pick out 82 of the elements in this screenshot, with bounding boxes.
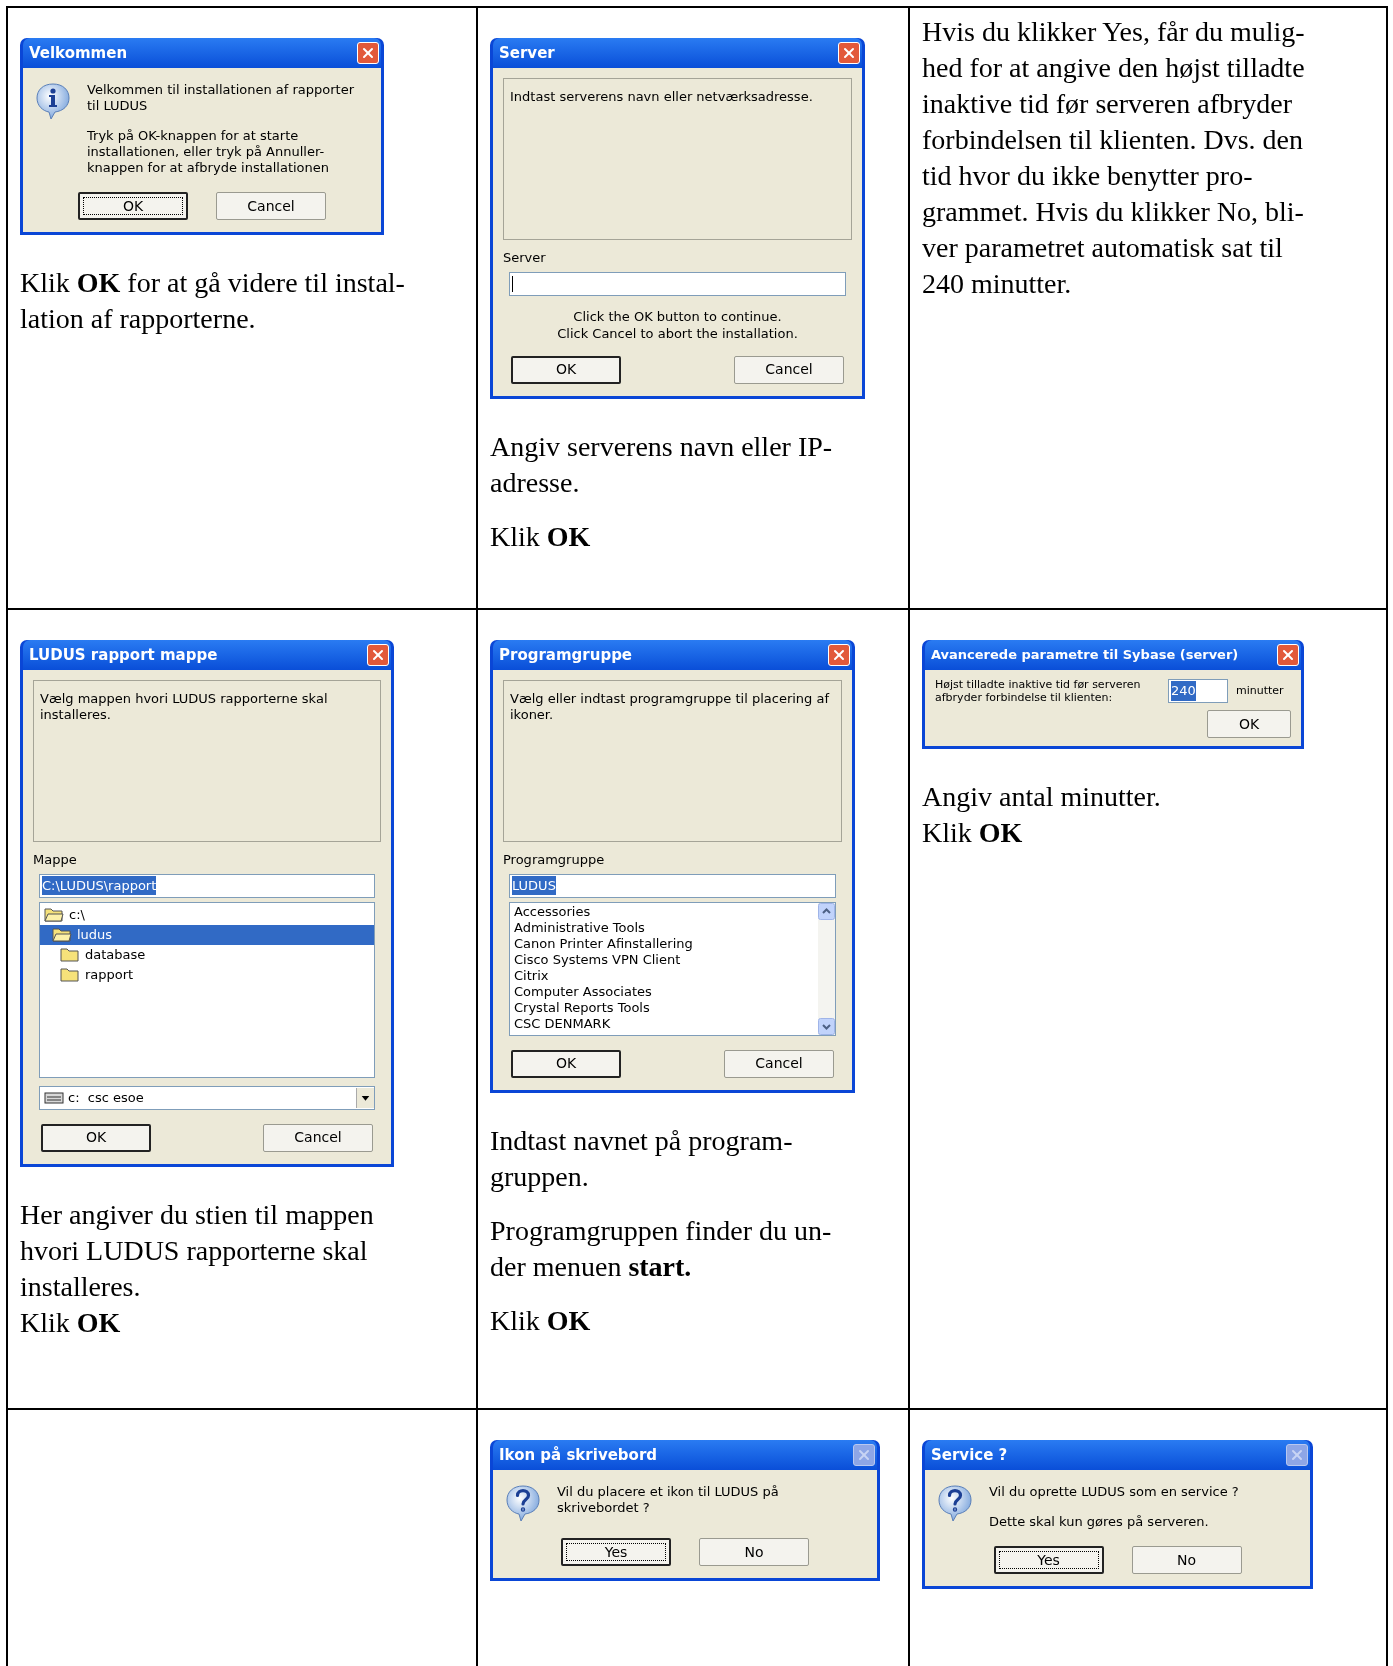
dialog-message: Tryk på OK-knappen for at starte installationen, eller tryk på Annuller-knappen for at afbryde installationen (87, 128, 331, 176)
help-icon (505, 1484, 541, 1522)
list-item[interactable]: Canon Printer Afinstallering (514, 935, 814, 952)
scroll-down-icon (818, 1017, 835, 1035)
field-label: Mappe (33, 851, 78, 869)
scroll-up-icon (818, 902, 835, 920)
body-paragraph: Programgruppen finder du un- der menuen start. (490, 1213, 833, 1284)
window-title: LUDUS rapport mappe (29, 644, 218, 666)
folder-item[interactable]: database (40, 944, 374, 965)
folder-item[interactable]: ludus (40, 924, 374, 945)
close-icon (1280, 647, 1296, 663)
list-item[interactable]: Computer Associates (514, 983, 814, 1000)
text-input[interactable]: LUDUS (509, 873, 836, 898)
folder-icon (52, 927, 72, 942)
window-title: Avancerede parametre til Sybase (server) (931, 646, 1239, 665)
prompt-text: Højst tilladte inaktive tid før serveren afbryder forbindelse til klienten: (935, 678, 1142, 704)
program-group-list[interactable]: Accessories Administrative Tools Canon Printer Afinstallering Cisco Systems VPN Client Citrix Computer Associates Crystal Reports Tools CSC DENMARK (509, 901, 836, 1036)
folder-item[interactable]: rapport (40, 964, 374, 985)
list-item[interactable]: Citrix (514, 967, 814, 984)
window-title: Programgruppe (499, 644, 633, 666)
dialog-button[interactable]: OK (41, 1123, 151, 1152)
help-icon (937, 1484, 973, 1522)
dialog-button[interactable]: Yes (993, 1546, 1104, 1574)
window-title: Velkommen (29, 42, 128, 64)
dialog-button[interactable]: OK (78, 192, 188, 220)
body-paragraph: Klik OK (490, 1303, 592, 1338)
close-icon (360, 45, 376, 61)
folder-item[interactable]: c:\ (40, 904, 374, 925)
field-label: Server (503, 249, 547, 267)
folder-icon (60, 967, 80, 982)
description-text: Vælg mappen hvori LUDUS rapporterne skal installeres. (40, 691, 329, 723)
instruction-text: Click Cancel to abort the installation. (557, 324, 798, 342)
drive-select[interactable]: c: csc esoe (39, 1085, 375, 1110)
close-icon (370, 647, 386, 663)
text-input[interactable] (509, 271, 846, 296)
close-icon (856, 1447, 872, 1463)
description-text: Vælg eller indtast programgruppe til placering af ikoner. (510, 691, 831, 723)
window-title: Service ? (931, 1444, 1008, 1466)
window-title: Server (499, 42, 555, 64)
field-label: Programgruppe (503, 851, 606, 869)
body-paragraph: Her angiver du stien til mappen hvori LUDUS rapporterne skal installeres. Klik OK (20, 1197, 375, 1340)
close-icon (1289, 1447, 1305, 1463)
dialog-message: Dette skal kun gøres på serveren. (989, 1514, 1210, 1530)
dialog-message: Vil du oprette LUDUS som en service ? (989, 1484, 1239, 1500)
body-paragraph: Angiv antal minutter. Klik OK (922, 780, 1162, 850)
text-input[interactable]: C:\LUDUS\rapport (39, 873, 375, 898)
list-item[interactable]: CSC DENMARK (514, 1015, 814, 1032)
body-paragraph: Indtast navnet på program- gruppen. (490, 1123, 794, 1194)
dialog-button[interactable]: OK (511, 355, 621, 384)
list-item[interactable]: Cisco Systems VPN Client (514, 951, 814, 968)
window-title: Ikon på skrivebord (499, 1444, 657, 1466)
scrollbar[interactable] (818, 902, 835, 1035)
dialog-button[interactable]: No (1131, 1546, 1242, 1574)
list-item[interactable]: Crystal Reports Tools (514, 999, 814, 1016)
list-item[interactable]: Administrative Tools (514, 919, 814, 936)
close-icon (841, 45, 857, 61)
list-item[interactable]: Accessories (514, 903, 814, 920)
dialog-button[interactable]: Yes (561, 1538, 671, 1566)
info-icon (35, 82, 71, 120)
close-icon (831, 647, 847, 663)
dialog-button[interactable]: Cancel (263, 1123, 373, 1152)
dialog-button[interactable]: Cancel (724, 1049, 834, 1078)
folder-icon (44, 907, 64, 922)
body-paragraph: Angiv serverens navn eller IP- adresse. (490, 429, 834, 500)
folder-icon (60, 947, 80, 962)
body-paragraph: Klik OK for at gå videre til instal- lation af rapporterne. (20, 266, 406, 336)
dialog-button[interactable]: No (699, 1538, 809, 1566)
drive-icon (44, 1091, 64, 1104)
dialog-button[interactable]: Cancel (216, 192, 326, 220)
body-paragraph: Hvis du klikker Yes, får du mulig- hed for at angive den højst tilladte inaktive tid før serveren afbryder forbindelsen til klienten. Dvs. den tid hvor du ikke benytter pro- grammet. Hvis du klikker No, bli- ver parametret automatisk sat til 240 minutter. (922, 15, 1306, 301)
description-text: Indtast serverens navn eller netværksadresse. (510, 89, 814, 105)
folder-tree[interactable]: c:\ ludus database rapport (39, 901, 375, 1078)
instruction-text: Click the OK button to continue. (573, 307, 782, 325)
text-input[interactable]: 240 (1168, 679, 1228, 703)
dialog-message: Velkommen til installationen af rapporter til LUDUS (87, 82, 355, 114)
body-paragraph: Klik OK (490, 519, 592, 554)
text-cursor (512, 275, 513, 292)
dialog-button[interactable]: OK (1207, 710, 1291, 738)
dialog-message: Vil du placere et ikon til LUDUS på skrivebordet ? (557, 1484, 780, 1516)
dialog-button[interactable]: OK (511, 1049, 621, 1078)
unit-label: minutter (1236, 682, 1284, 699)
dialog-button[interactable]: Cancel (734, 355, 844, 384)
